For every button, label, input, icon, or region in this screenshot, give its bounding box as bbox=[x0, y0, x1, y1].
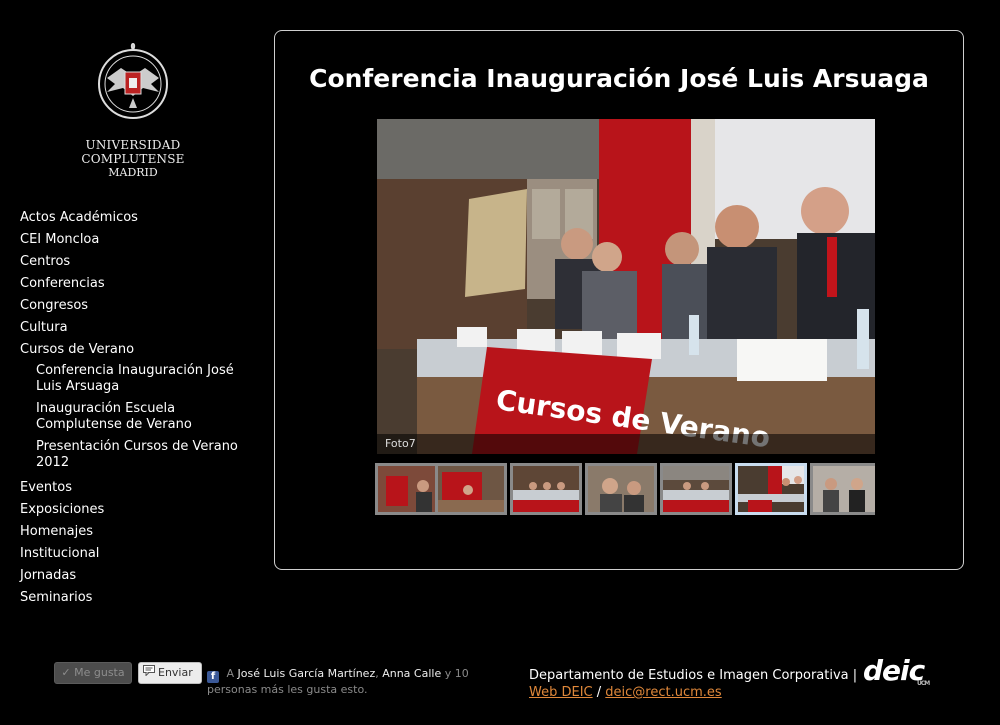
gallery-panel: Conferencia Inauguración José Luis Arsua… bbox=[274, 30, 964, 570]
nav-item-jornadas[interactable]: Jornadas bbox=[20, 565, 250, 587]
footer-department: Departamento de Estudios e Imagen Corpor… bbox=[529, 667, 857, 701]
likes-prefix: A bbox=[226, 667, 235, 680]
nav-item-eventos[interactable]: Eventos bbox=[20, 477, 250, 499]
nav-item-institucional[interactable]: Institucional bbox=[20, 543, 250, 565]
nav-item-congresos[interactable]: Congresos bbox=[20, 295, 250, 317]
friend-link-2[interactable]: Anna Calle bbox=[382, 667, 441, 680]
nav-item-centros[interactable]: Centros bbox=[20, 251, 250, 273]
web-deic-link[interactable]: Web DEIC bbox=[529, 685, 593, 700]
thumbnail-2[interactable] bbox=[435, 463, 507, 515]
nav-item-cultura[interactable]: Cultura bbox=[20, 317, 250, 339]
friend-link-1[interactable]: José Luis García Martínez bbox=[238, 667, 376, 680]
deic-logo-text: deic bbox=[863, 654, 925, 687]
nav-item-cursos-de-verano[interactable]: Cursos de Verano bbox=[20, 339, 250, 361]
nav-item-conferencias[interactable]: Conferencias bbox=[20, 273, 250, 295]
nav-subitem-conferencia-arsuaga[interactable]: Conferencia Inauguración José Luis Arsua… bbox=[36, 363, 250, 395]
nav-item-actos-academicos[interactable]: Actos Académicos bbox=[20, 207, 250, 229]
deic-logo[interactable]: deic UCM bbox=[863, 654, 930, 687]
deic-logo-mark: UCM bbox=[917, 680, 930, 687]
nav-subitem-inauguracion-escuela[interactable]: Inauguración Escuela Complutense de Vera… bbox=[36, 401, 250, 433]
footer-slash: / bbox=[596, 685, 602, 700]
facebook-likes-text: f A José Luis García Martínez, Anna Call… bbox=[207, 667, 497, 697]
university-logo[interactable]: UNIVERSIDAD COMPLUTENSE MADRID bbox=[40, 38, 226, 180]
caption-bar: Foto7 bbox=[377, 434, 875, 454]
nav-submenu-cursos-de-verano: Conferencia Inauguración José Luis Arsua… bbox=[20, 363, 250, 471]
university-name: UNIVERSIDAD COMPLUTENSE bbox=[81, 138, 185, 166]
footer-divider: | bbox=[852, 668, 858, 683]
sidebar-nav: Actos Académicos CEI Moncloa Centros Con… bbox=[20, 207, 250, 609]
nav-item-homenajes[interactable]: Homenajes bbox=[20, 521, 250, 543]
university-crest-icon bbox=[98, 43, 168, 119]
like-label: Me gusta bbox=[74, 666, 125, 679]
thumbnail-3[interactable] bbox=[510, 463, 582, 515]
conference-photo-image: Cursos de Verano bbox=[377, 119, 875, 454]
university-city: MADRID bbox=[108, 166, 158, 179]
facebook-send-button[interactable]: Enviar bbox=[138, 662, 202, 684]
send-label: Enviar bbox=[158, 666, 193, 679]
thumbnail-5[interactable] bbox=[660, 463, 732, 515]
thumbnail-7[interactable] bbox=[810, 463, 875, 515]
department-name: Departamento de Estudios e Imagen Corpor… bbox=[529, 668, 849, 683]
check-icon: ✓ bbox=[61, 666, 71, 679]
page-title: Conferencia Inauguración José Luis Arsua… bbox=[309, 64, 929, 93]
nav-item-cei-moncloa[interactable]: CEI Moncloa bbox=[20, 229, 250, 251]
photo-caption: Foto7 bbox=[385, 437, 416, 450]
thumbnail-6-active[interactable] bbox=[735, 463, 807, 515]
thumbnail-4[interactable] bbox=[585, 463, 657, 515]
main-photo[interactable]: Cursos de Verano Foto7 bbox=[377, 119, 875, 454]
nav-item-seminarios[interactable]: Seminarios bbox=[20, 587, 250, 609]
nav-subitem-presentacion-2012[interactable]: Presentación Cursos de Verano 2012 bbox=[36, 439, 250, 471]
nav-item-exposiciones[interactable]: Exposiciones bbox=[20, 499, 250, 521]
facebook-like-button[interactable]: ✓ Me gusta bbox=[54, 662, 132, 684]
thumbnail-strip bbox=[375, 463, 875, 515]
speech-bubble-icon bbox=[143, 663, 155, 683]
email-link[interactable]: deic@rect.ucm.es bbox=[605, 685, 721, 700]
facebook-icon: f bbox=[207, 671, 219, 683]
likes-separator: , bbox=[375, 667, 379, 680]
